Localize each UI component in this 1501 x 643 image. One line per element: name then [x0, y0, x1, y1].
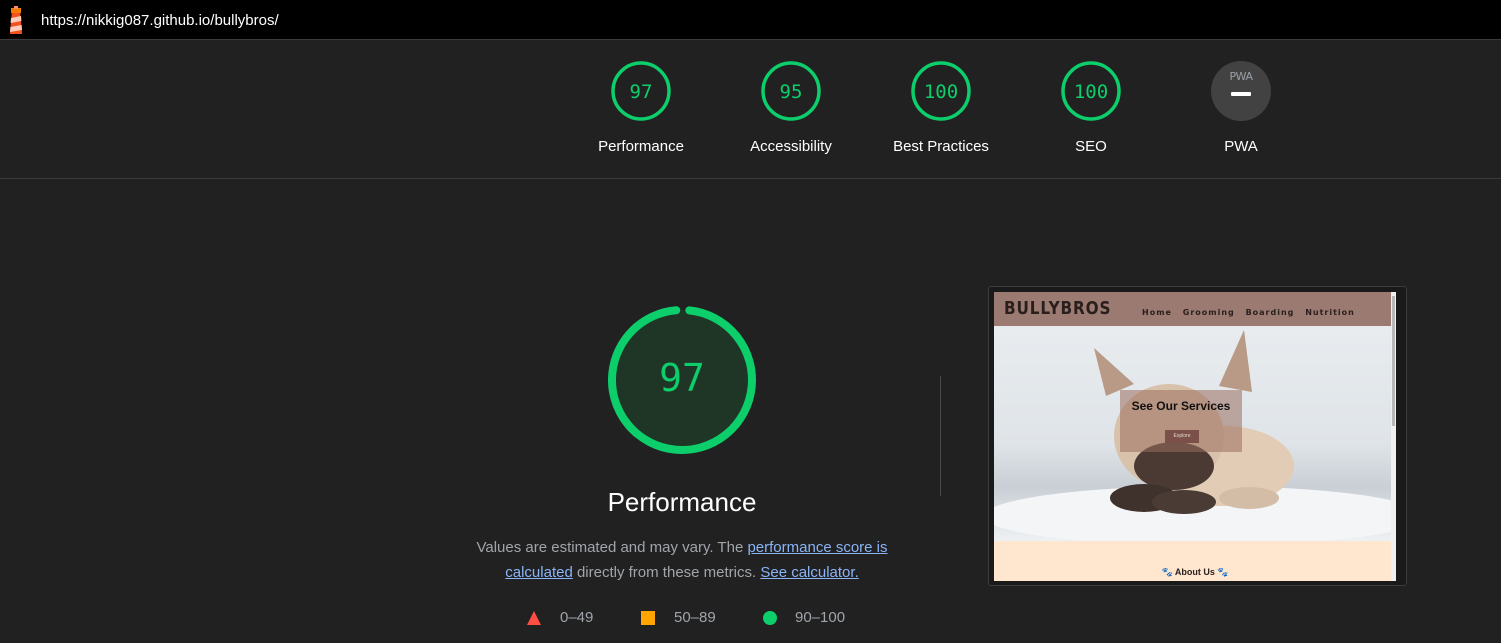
- hero-title: See Our Services: [1131, 399, 1231, 413]
- url-text[interactable]: https://nikkig087.github.io/bullybros/: [41, 12, 279, 29]
- screenshot-scroll-thumb: [1392, 296, 1395, 426]
- gauge-label: Accessibility: [750, 138, 832, 155]
- site-nav-links: Home Grooming Boarding Nutrition: [1142, 308, 1362, 317]
- gauge-label: PWA: [1224, 138, 1258, 155]
- gauge-label: Best Practices: [893, 138, 989, 155]
- site-nav-link: Grooming: [1182, 308, 1235, 317]
- pwa-badge-text: PWA: [1229, 70, 1253, 83]
- site-nav-link: Nutrition: [1305, 308, 1355, 317]
- square-icon: [641, 611, 655, 625]
- site-nav-link: Home: [1142, 308, 1172, 317]
- vertical-divider: [940, 376, 941, 496]
- gauge-accessibility[interactable]: 95 Accessibility: [716, 40, 866, 179]
- gauge-performance[interactable]: 97 Performance: [566, 40, 716, 179]
- category-gauges: 97 Performance 95 Accessibility 100 Best…: [0, 40, 1501, 179]
- performance-description: Values are estimated and may vary. The p…: [462, 535, 902, 585]
- top-bar: https://nikkig087.github.io/bullybros/: [0, 0, 1501, 40]
- performance-title: Performance: [607, 487, 757, 517]
- see-calculator-link[interactable]: See calculator.: [760, 564, 858, 581]
- final-screenshot[interactable]: BULLYBROS Home Grooming Boarding Nutriti…: [988, 286, 1407, 586]
- hero-button: Explore: [1165, 430, 1199, 443]
- screenshot-image: BULLYBROS Home Grooming Boarding Nutriti…: [994, 292, 1396, 581]
- gauge-best-practices[interactable]: 100 Best Practices: [866, 40, 1016, 179]
- lighthouse-icon: [10, 6, 22, 34]
- pwa-badge-icon: PWA: [1211, 61, 1271, 121]
- site-navbar: BULLYBROS Home Grooming Boarding Nutriti…: [994, 292, 1396, 326]
- gauge-score: 95: [779, 81, 803, 103]
- gauge-score: 100: [1073, 81, 1109, 103]
- gauge-seo[interactable]: 100 SEO: [1016, 40, 1166, 179]
- legend-range: 50–89: [674, 609, 716, 626]
- desc-text: directly from these metrics.: [572, 564, 761, 581]
- dash-icon: [1231, 92, 1251, 96]
- gauge-score: 100: [923, 81, 959, 103]
- circle-icon: [763, 611, 777, 625]
- gauge-label: Performance: [598, 138, 684, 155]
- legend-range: 90–100: [795, 609, 846, 626]
- gauge-label: SEO: [1075, 138, 1107, 155]
- legend-range: 0–49: [560, 609, 594, 626]
- site-brand: BULLYBROS: [1004, 298, 1112, 319]
- gauge-pwa[interactable]: PWA PWA: [1166, 40, 1316, 179]
- performance-score: 97: [659, 356, 705, 400]
- about-heading: 🐾 About Us 🐾: [1161, 567, 1229, 577]
- triangle-icon: [527, 611, 541, 625]
- desc-text: Values are estimated and may vary. The: [476, 539, 748, 556]
- site-nav-link: Boarding: [1245, 308, 1295, 317]
- gauge-score: 97: [629, 81, 653, 103]
